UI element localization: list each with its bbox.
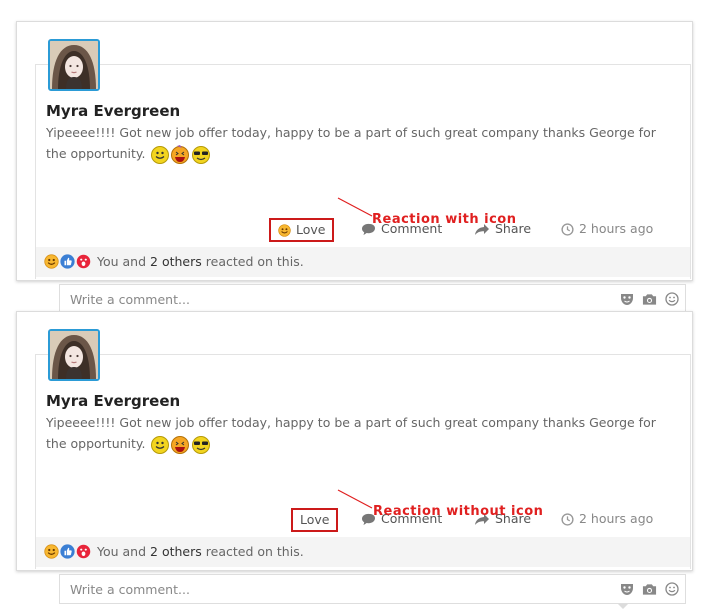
smile-emoji-icon (151, 435, 170, 454)
cool-emoji-icon (192, 145, 211, 164)
laugh-emoji-icon (171, 435, 190, 454)
mask-icon[interactable] (620, 292, 634, 306)
annotation-arrow-1 (337, 197, 373, 217)
post-card: Love Comment Share 2 hours ago You and 2… (35, 354, 691, 609)
author-name[interactable]: Myra Evergreen (46, 392, 180, 410)
smiley-icon[interactable] (665, 292, 679, 306)
reaction-prefix: You and (97, 544, 147, 559)
reaction-suffix: reacted on this. (205, 254, 304, 269)
camera-icon[interactable] (642, 293, 657, 306)
post-text-content: Yipeeee!!!! Got new job offer today, hap… (46, 415, 656, 451)
clock-icon (561, 222, 574, 236)
avatar[interactable] (48, 329, 100, 381)
wow-emoji-icon (76, 254, 91, 269)
post-panel-1: Love Comment Share 2 hours ago You and 2… (16, 21, 693, 319)
love-reaction-button[interactable]: Love (269, 218, 335, 242)
comment-input[interactable] (68, 291, 592, 308)
cool-emoji-icon (192, 435, 211, 454)
love-reaction-button[interactable]: Love (291, 508, 339, 532)
smiley-icon[interactable] (665, 582, 679, 596)
smile-emoji-icon (151, 145, 170, 164)
comment-box (59, 284, 686, 314)
comment-box-pointer (618, 604, 628, 609)
avatar[interactable] (48, 39, 100, 91)
love-emoji-icon (278, 223, 291, 237)
camera-icon[interactable] (642, 583, 657, 596)
post-timestamp: 2 hours ago (561, 217, 653, 241)
reaction-summary: You and 2 others reacted on this. (44, 544, 304, 559)
like-icon (60, 544, 75, 559)
reaction-prefix: You and (97, 254, 147, 269)
like-icon (60, 254, 75, 269)
love-label: Love (296, 222, 326, 237)
annotation-label-1: Reaction with icon (372, 212, 517, 227)
comment-box (59, 574, 686, 604)
clock-icon (561, 512, 574, 526)
mask-icon[interactable] (620, 582, 634, 596)
reaction-summary: You and 2 others reacted on this. (44, 254, 304, 269)
laugh-emoji-icon (171, 144, 190, 164)
post-emojis (151, 144, 211, 165)
reaction-suffix: reacted on this. (205, 544, 304, 559)
comment-tools (620, 582, 679, 596)
comment-tools (620, 292, 679, 306)
reaction-summary-bar: You and 2 others reacted on this. (36, 247, 690, 277)
post-text: Yipeeee!!!! Got new job offer today, hap… (46, 412, 656, 455)
avatar-photo (50, 41, 98, 89)
timestamp-label: 2 hours ago (579, 221, 654, 236)
post-text: Yipeeee!!!! Got new job offer today, hap… (46, 122, 656, 165)
post-panel-2: Love Comment Share 2 hours ago You and 2… (16, 311, 693, 609)
post-actions: Love Comment Share 2 hours ago (36, 217, 690, 242)
love-emoji-icon (44, 544, 59, 559)
post-text-content: Yipeeee!!!! Got new job offer today, hap… (46, 125, 656, 161)
reaction-summary-bar: You and 2 others reacted on this. (36, 537, 690, 567)
annotation-arrow-2 (337, 489, 373, 509)
author-name[interactable]: Myra Evergreen (46, 102, 180, 120)
reaction-count-link[interactable]: 2 others (150, 254, 202, 269)
avatar-photo (50, 331, 98, 379)
reaction-count-link[interactable]: 2 others (150, 544, 202, 559)
love-label: Love (300, 512, 330, 527)
love-emoji-icon (44, 254, 59, 269)
annotation-label-2: Reaction without icon (373, 504, 544, 519)
timestamp-label: 2 hours ago (579, 511, 654, 526)
post-emojis (151, 435, 211, 455)
post-card: Love Comment Share 2 hours ago You and 2… (35, 64, 691, 319)
wow-emoji-icon (76, 544, 91, 559)
post-timestamp: 2 hours ago (561, 507, 653, 531)
